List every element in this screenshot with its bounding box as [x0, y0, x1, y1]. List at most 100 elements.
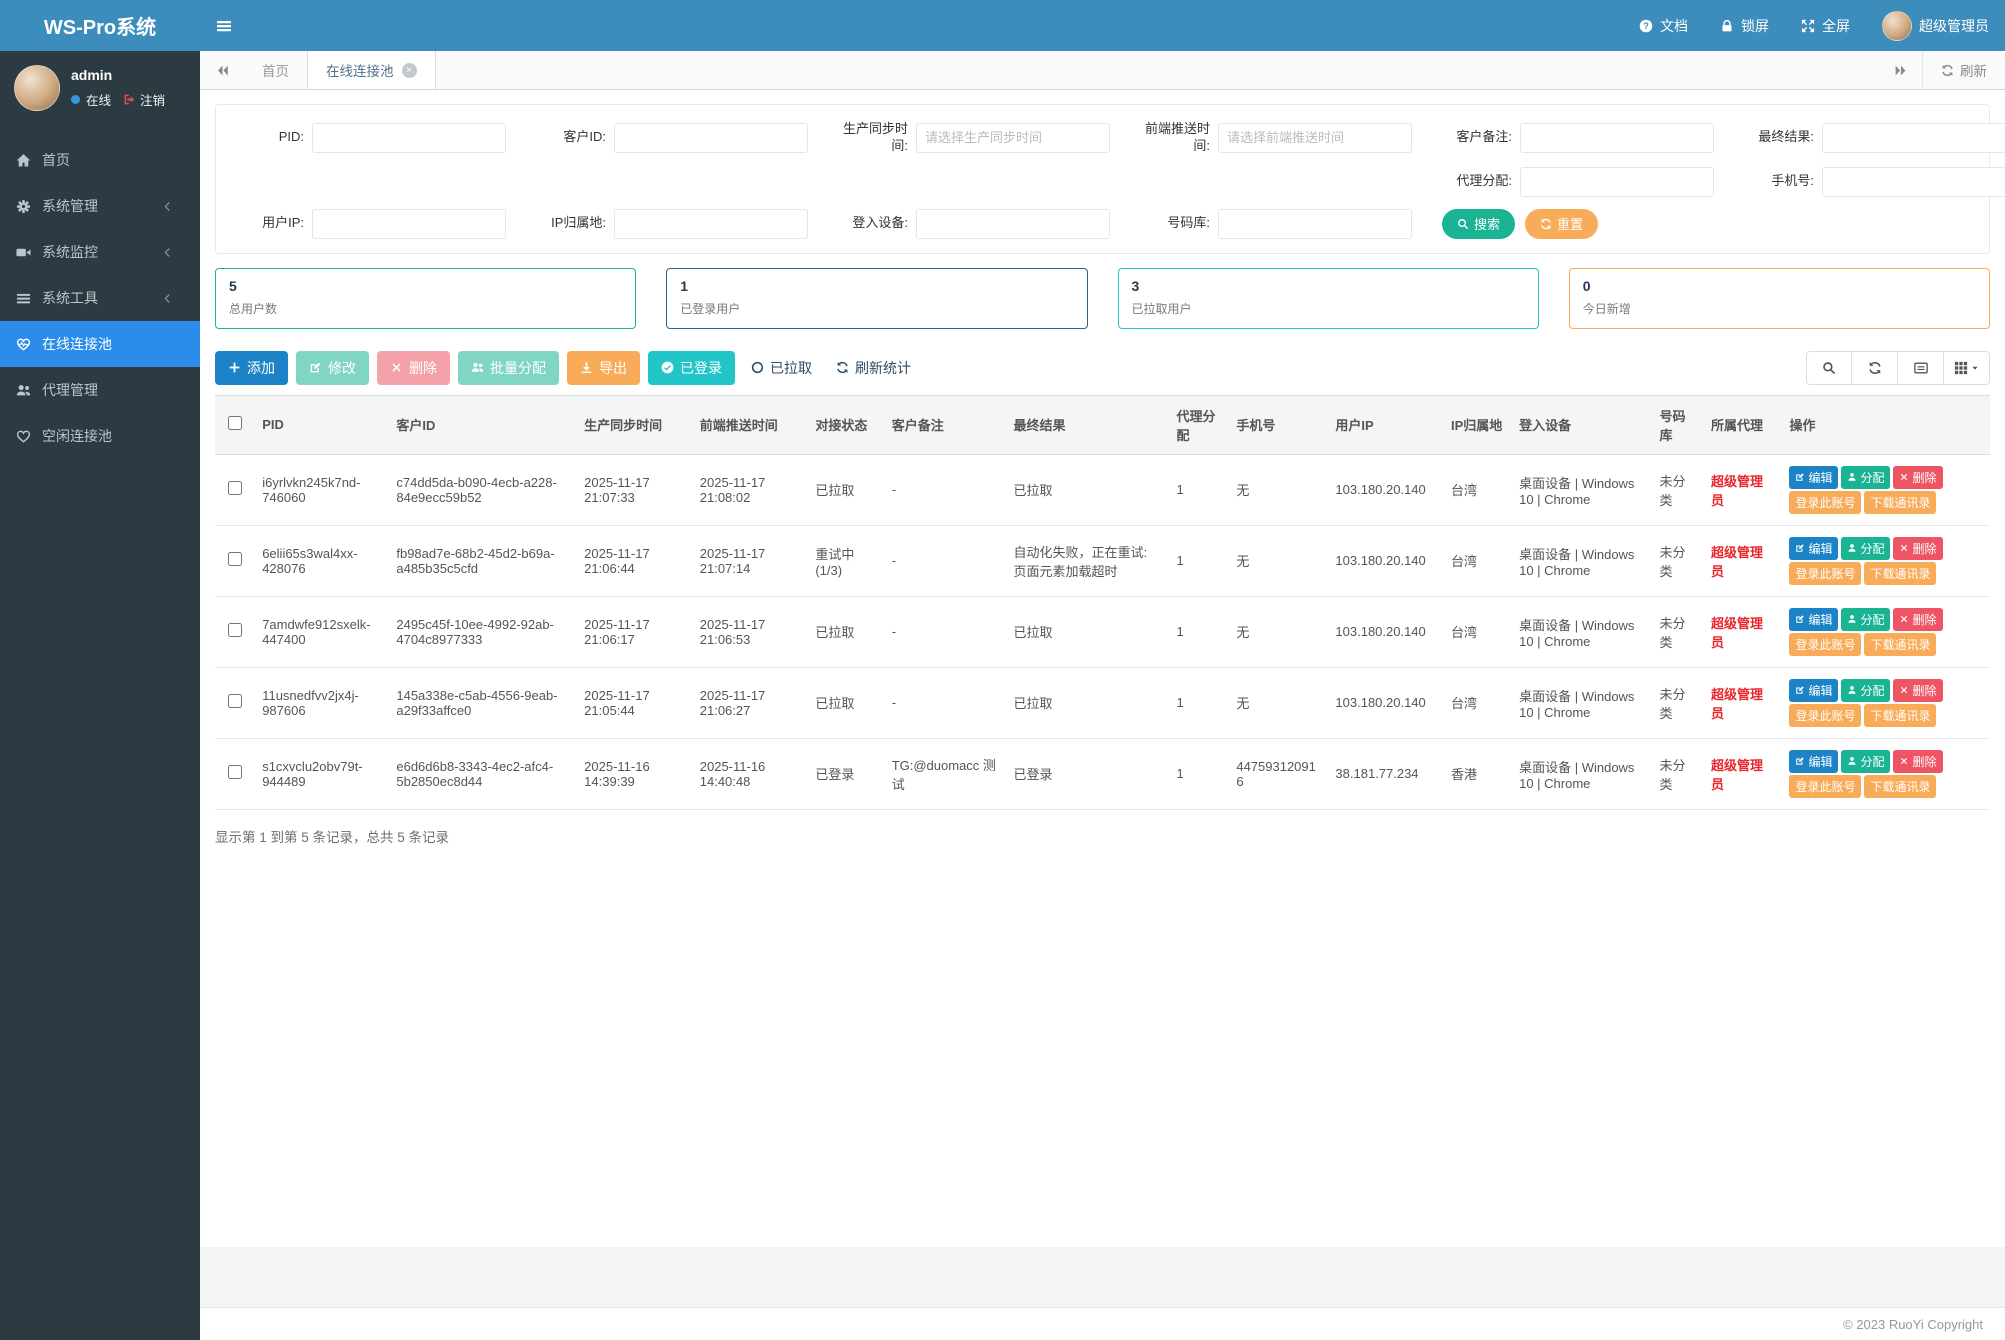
records-table: PID 客户ID 生产同步时间 前端推送时间 对接状态 客户备注 最终结果 代理… [215, 395, 1990, 810]
chevron-left-icon [162, 247, 173, 258]
table-columns-button[interactable] [1944, 351, 1990, 385]
client-id-input[interactable] [614, 123, 808, 153]
batch-assign-button[interactable]: 批量分配 [458, 351, 559, 385]
row-delete-button[interactable]: 删除 [1893, 608, 1942, 631]
logout-link[interactable]: 注销 [140, 90, 165, 109]
user-ip-input[interactable] [312, 209, 506, 239]
video-camera-icon [16, 245, 31, 260]
push-time-input[interactable] [1218, 123, 1412, 153]
row-login-account-button[interactable]: 登录此账号 [1789, 775, 1861, 798]
pulled-filter-button[interactable]: 已拉取 [743, 351, 820, 385]
row-download-contacts-button[interactable]: 下载通讯录 [1864, 633, 1936, 656]
assign-input[interactable] [1520, 167, 1714, 197]
search-icon [1822, 361, 1836, 375]
sidebar-item-system-management[interactable]: 系统管理 [0, 183, 200, 229]
row-checkbox[interactable] [228, 623, 242, 637]
tab-refresh-button[interactable]: 刷新 [1922, 51, 2005, 89]
row-edit-button[interactable]: 编辑 [1789, 750, 1838, 773]
row-assign-button[interactable]: 分配 [1841, 679, 1890, 702]
reset-button[interactable]: 重置 [1525, 209, 1598, 239]
row-edit-button[interactable]: 编辑 [1789, 608, 1838, 631]
table-search-toggle-button[interactable] [1806, 351, 1852, 385]
ip-location-input[interactable] [614, 209, 808, 239]
sidebar-item-home[interactable]: 首页 [0, 137, 200, 183]
edit-icon [1795, 756, 1805, 766]
row-login-account-button[interactable]: 登录此账号 [1789, 562, 1861, 585]
row-checkbox[interactable] [228, 694, 242, 708]
row-edit-button[interactable]: 编辑 [1789, 537, 1838, 560]
sidebar-item-agent-management[interactable]: 代理管理 [0, 367, 200, 413]
tab-home[interactable]: 首页 [244, 51, 307, 89]
table-row: 11usnedfvv2jx4j-987606 145a338e-c5ab-455… [215, 667, 1990, 738]
row-download-contacts-button[interactable]: 下载通讯录 [1864, 704, 1936, 727]
row-download-contacts-button[interactable]: 下载通讯录 [1864, 775, 1936, 798]
nav-fullscreen-link[interactable]: 全屏 [1785, 0, 1866, 51]
sidebar-username: admin [71, 67, 165, 83]
pid-input[interactable] [312, 123, 506, 153]
table-card-view-button[interactable] [1898, 351, 1944, 385]
phone-input[interactable] [1822, 167, 2005, 197]
tab-online-pool[interactable]: 在线连接池 × [307, 51, 436, 89]
row-assign-button[interactable]: 分配 [1841, 750, 1890, 773]
times-icon [390, 361, 403, 374]
nav-user-menu[interactable]: 超级管理员 [1866, 0, 2005, 51]
sign-out-icon [123, 93, 136, 106]
row-login-account-button[interactable]: 登录此账号 [1789, 491, 1861, 514]
row-delete-button[interactable]: 删除 [1893, 750, 1942, 773]
refresh-stats-button[interactable]: 刷新统计 [828, 351, 919, 385]
agent-name: 超级管理员 [1703, 525, 1781, 596]
row-checkbox[interactable] [228, 481, 242, 495]
sidebar-item-online-pool[interactable]: 在线连接池 [0, 321, 200, 367]
phone-label: 手机号: [1736, 173, 1822, 190]
row-login-account-button[interactable]: 登录此账号 [1789, 633, 1861, 656]
sidebar-item-system-tools[interactable]: 系统工具 [0, 275, 200, 321]
result-input[interactable] [1822, 123, 2005, 153]
user-icon [1847, 543, 1857, 553]
sidebar-item-system-monitor[interactable]: 系统监控 [0, 229, 200, 275]
tabs-scroll-left-button[interactable] [200, 51, 244, 89]
add-button[interactable]: 添加 [215, 351, 288, 385]
row-assign-button[interactable]: 分配 [1841, 537, 1890, 560]
row-delete-button[interactable]: 删除 [1893, 679, 1942, 702]
logged-in-filter-button[interactable]: 已登录 [648, 351, 735, 385]
edit-icon [1795, 543, 1805, 553]
row-checkbox[interactable] [228, 552, 242, 566]
note-input[interactable] [1520, 123, 1714, 153]
row-delete-button[interactable]: 删除 [1893, 537, 1942, 560]
export-button[interactable]: 导出 [567, 351, 640, 385]
row-assign-button[interactable]: 分配 [1841, 608, 1890, 631]
table-refresh-button[interactable] [1852, 351, 1898, 385]
copyright-text: © 2023 RuoYi Copyright [1843, 1317, 1983, 1332]
tab-close-icon[interactable]: × [402, 63, 417, 78]
row-download-contacts-button[interactable]: 下载通讯录 [1864, 491, 1936, 514]
row-checkbox[interactable] [228, 765, 242, 779]
nav-docs-link[interactable]: 文档 [1623, 0, 1704, 51]
sync-time-input[interactable] [916, 123, 1110, 153]
library-input[interactable] [1218, 209, 1412, 239]
table-row: 6elii65s3wal4xx-428076 fb98ad7e-68b2-45d… [215, 525, 1990, 596]
search-button[interactable]: 搜索 [1442, 209, 1515, 239]
pagination-summary: 显示第 1 到第 5 条记录，总共 5 条记录 [215, 826, 1990, 846]
row-login-account-button[interactable]: 登录此账号 [1789, 704, 1861, 727]
search-icon [1457, 218, 1469, 230]
push-time-label: 前端推送时间: [1132, 121, 1218, 155]
gear-icon [16, 199, 31, 214]
times-icon [1899, 756, 1909, 766]
times-icon [1899, 472, 1909, 482]
device-input[interactable] [916, 209, 1110, 239]
sidebar-item-idle-pool[interactable]: 空闲连接池 [0, 413, 200, 459]
modify-button[interactable]: 修改 [296, 351, 369, 385]
nav-lock-screen-link[interactable]: 锁屏 [1704, 0, 1785, 51]
edit-icon [1795, 614, 1805, 624]
row-assign-button[interactable]: 分配 [1841, 466, 1890, 489]
delete-button[interactable]: 删除 [377, 351, 450, 385]
sidebar-toggle-button[interactable] [200, 0, 248, 51]
tabs-scroll-right-button[interactable] [1878, 51, 1922, 89]
row-edit-button[interactable]: 编辑 [1789, 466, 1838, 489]
row-download-contacts-button[interactable]: 下载通讯录 [1864, 562, 1936, 585]
plus-icon [228, 361, 241, 374]
select-all-checkbox[interactable] [228, 416, 242, 430]
stat-card-new-today: 0 今日新增 [1569, 268, 1990, 329]
row-edit-button[interactable]: 编辑 [1789, 679, 1838, 702]
row-delete-button[interactable]: 删除 [1893, 466, 1942, 489]
